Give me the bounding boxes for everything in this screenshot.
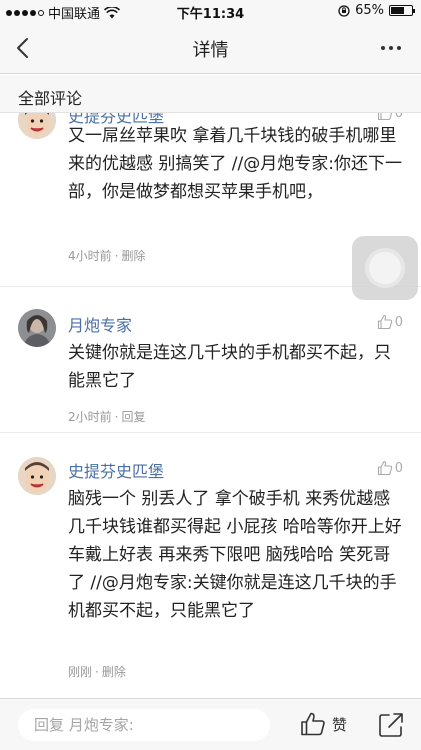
more-dot-icon [381, 46, 385, 50]
comment-time: 4小时前 [68, 249, 112, 263]
meta-separator: · [114, 410, 119, 424]
thumbs-up-icon [377, 113, 392, 121]
praise-label: 赞 [332, 715, 348, 734]
like-count: 0 [394, 314, 403, 330]
navigation-bar: 详情 [0, 22, 421, 74]
like-button[interactable]: 0 [377, 460, 403, 476]
share-icon [379, 713, 403, 737]
delete-link[interactable]: 删除 [121, 249, 145, 263]
like-count: 0 [394, 113, 403, 121]
assistive-touch-button[interactable] [352, 236, 418, 300]
bottom-bar: 赞 [0, 698, 421, 750]
more-dot-icon [397, 46, 401, 50]
portrait-avatar-icon [18, 309, 56, 347]
avatar[interactable] [18, 113, 56, 139]
status-bar: 中国联通 下午11:34 65% [0, 0, 421, 22]
comment-username[interactable]: 月炮专家 [68, 312, 132, 336]
assistive-touch-icon [365, 248, 405, 288]
child-avatar-icon [18, 457, 56, 495]
thumbs-up-icon [377, 460, 392, 476]
reply-link[interactable]: 回复 [121, 410, 145, 424]
meta-separator: · [95, 665, 99, 679]
like-button[interactable]: 0 [377, 113, 403, 121]
meta-separator: · [114, 249, 119, 263]
child-avatar-icon [18, 113, 56, 139]
comment-meta: 2小时前 · 回复 [68, 408, 145, 425]
status-right: 65% [338, 3, 415, 18]
praise-button[interactable]: 赞 [300, 711, 347, 737]
comment-list[interactable]: 史提芬史匹堡 0 又一屌丝苹果吹 拿着几千块钱的破手机哪里来的优越感 别搞笑了 … [0, 113, 421, 698]
battery-icon [389, 5, 415, 16]
comment-item: 史提芬史匹堡 0 脑残一个 别丢人了 拿个破手机 来秀优越感 几千块钱谁都买得起… [0, 433, 421, 698]
reply-input[interactable] [18, 709, 270, 741]
comment-meta: 刚刚 · 删除 [68, 663, 126, 680]
avatar[interactable] [18, 457, 56, 495]
thumbs-up-icon [301, 712, 325, 736]
delete-link[interactable]: 删除 [102, 665, 126, 679]
comment-username[interactable]: 史提芬史匹堡 [68, 458, 164, 482]
comment-text: 脑残一个 别丢人了 拿个破手机 来秀优越感 几千块钱谁都买得起 小屁孩 哈哈等你… [68, 489, 402, 621]
share-button[interactable] [377, 711, 405, 739]
more-button[interactable] [375, 34, 407, 62]
more-dot-icon [389, 46, 393, 50]
comment-text: 又一屌丝苹果吹 拿着几千块钱的破手机哪里来的优越感 别搞笑了 //@月炮专家:你… [68, 126, 402, 202]
comment-time: 刚刚 [68, 665, 93, 679]
comment-item: 月炮专家 0 关键你就是连这几千块的手机都买不起，只能黑它了 2小时前 · 回复 [0, 287, 421, 433]
all-comments-title: 全部评论 [18, 89, 83, 108]
battery-level [391, 7, 404, 14]
like-button[interactable]: 0 [377, 314, 403, 330]
rotation-lock-icon [338, 4, 350, 17]
avatar[interactable] [18, 309, 56, 347]
comment-meta: 4小时前 · 删除 [68, 247, 145, 264]
comment-text: 关键你就是连这几千块的手机都买不起，只能黑它了 [68, 343, 391, 391]
page-title: 详情 [192, 40, 229, 61]
thumbs-up-icon [377, 314, 392, 330]
comment-time: 2小时前 [68, 410, 112, 424]
comments-header: 全部评论 [0, 75, 421, 113]
like-count: 0 [394, 460, 403, 476]
battery-percent: 65% [355, 3, 384, 18]
